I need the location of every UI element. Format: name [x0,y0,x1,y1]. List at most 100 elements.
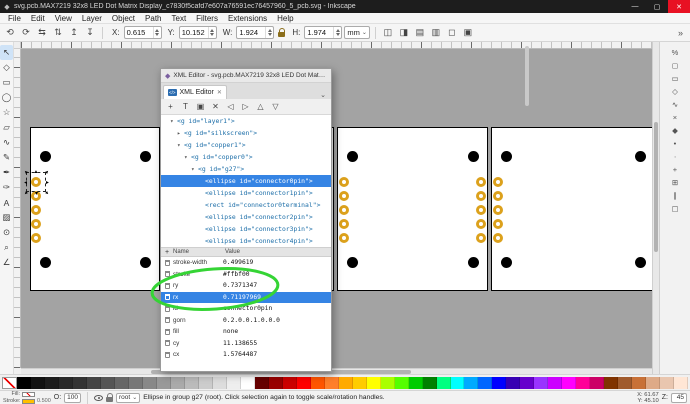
stroke-swatch[interactable] [22,399,35,404]
node-tool[interactable]: ◇ [0,60,13,75]
connector-pin[interactable] [493,177,503,187]
palette-swatch[interactable] [395,377,409,389]
vertical-scrollbar[interactable] [652,42,659,374]
h-input[interactable]: 1.974 [304,26,342,39]
menu-layer[interactable]: Layer [77,14,107,23]
menu-filters[interactable]: Filters [191,14,223,23]
palette-swatch[interactable] [492,377,506,389]
menu-edit[interactable]: Edit [26,14,50,23]
ellipse-tool[interactable]: ◯ [0,90,13,105]
layer-lock-icon[interactable] [106,397,113,402]
spin-up-icon[interactable] [210,29,214,32]
palette-swatch[interactable] [199,377,213,389]
x-input[interactable]: 0.615 [124,26,162,39]
expand-triangle-icon[interactable]: ▾ [184,154,191,161]
menu-file[interactable]: File [3,14,26,23]
mounting-hole[interactable] [140,151,151,162]
spin-down-icon[interactable] [210,33,214,36]
scale-gradient-toggle[interactable]: ▤ [413,26,427,40]
attribute-row[interactable]: cy11.138655 [161,338,331,350]
layer-dropdown[interactable]: root ⌄ [116,393,140,403]
xml-node[interactable]: ▸<g id="silkscreen"> [161,127,331,139]
tree-scrollbar[interactable] [525,46,529,106]
tab-close-icon[interactable]: ✕ [217,89,222,96]
dropper-tool[interactable]: ⊙ [0,225,13,240]
xml-node[interactable]: ▾<g id="g27"> [161,163,331,175]
palette-swatch[interactable] [325,377,339,389]
horizontal-ruler[interactable] [21,42,652,49]
scale-corners-toggle[interactable]: ◨ [397,26,411,40]
delete-attribute-icon[interactable] [165,352,170,358]
mounting-hole[interactable] [501,257,512,268]
affect-move-toggle[interactable]: ◻ [445,26,459,40]
xml-node[interactable]: <ellipse id="connector2pin"> [161,211,331,223]
delete-attribute-icon[interactable] [165,283,170,289]
menu-text[interactable]: Text [167,14,192,23]
palette-swatch[interactable] [297,377,311,389]
pcb-board[interactable] [491,127,655,291]
palette-swatch[interactable] [590,377,604,389]
zoom-tool[interactable]: ⌕ [0,240,13,255]
connector-pin[interactable] [339,233,349,243]
mounting-hole[interactable] [40,151,51,162]
menu-extensions[interactable]: Extensions [223,14,272,23]
xml-node[interactable]: <rect id="connector0terminal"> [161,199,331,211]
attribute-row[interactable]: idconnector0pin [161,303,331,315]
connector-pin[interactable] [476,177,486,187]
palette-swatch[interactable] [241,377,255,389]
spinner-arrows[interactable] [153,27,161,38]
y-input[interactable]: 10.152 [179,26,217,39]
fill-swatch[interactable] [22,392,35,397]
palette-swatch[interactable] [646,377,660,389]
expand-triangle-icon[interactable]: ▾ [170,118,177,125]
new-text-node-button[interactable]: T [179,101,192,113]
connector-pin[interactable] [31,219,41,229]
palette-swatch[interactable] [604,377,618,389]
palette-swatch[interactable] [213,377,227,389]
gradient-tool[interactable]: ▨ [0,210,13,225]
snap-bbox-button[interactable]: ◻ [668,59,682,71]
opacity-input[interactable]: 100 [64,393,81,403]
raise-to-top-button[interactable]: ↥ [67,26,81,40]
toolbar-overflow-button[interactable]: » [674,28,687,38]
spin-down-icon[interactable] [155,33,159,36]
snap-smooth-nodes-button[interactable]: • [668,137,682,149]
mounting-hole[interactable] [347,151,358,162]
close-button[interactable]: ✕ [668,0,690,13]
menu-help[interactable]: Help [272,14,298,23]
delete-attribute-icon[interactable] [165,306,170,312]
pencil-tool[interactable]: ✎ [0,150,13,165]
connector-pin[interactable] [476,233,486,243]
menu-view[interactable]: View [50,14,77,23]
attribute-row[interactable]: gorn0.2.0.0.1.0.0.0 [161,315,331,327]
calligraphy-tool[interactable]: ✑ [0,180,13,195]
xml-node[interactable]: ▾<g id="layer1"> [161,115,331,127]
selection-handle[interactable]: ▲ [33,189,40,196]
palette-swatch[interactable] [115,377,129,389]
delete-attribute-icon[interactable] [165,294,170,300]
palette-swatch[interactable] [339,377,353,389]
palette-swatch[interactable] [311,377,325,389]
palette-swatch[interactable] [227,377,241,389]
snap-centers-button[interactable]: + [668,163,682,175]
lock-ratio-toggle[interactable] [276,29,286,37]
palette-swatch[interactable] [632,377,646,389]
delete-attribute-icon[interactable] [165,260,170,266]
rectangle-tool[interactable]: ▭ [0,75,13,90]
connector-pin[interactable] [339,177,349,187]
snap-toggle-button[interactable]: % [668,46,682,58]
expand-triangle-icon[interactable]: ▾ [177,142,184,149]
palette-swatch[interactable] [157,377,171,389]
attribute-row[interactable]: stroke#ffbf00 [161,269,331,281]
scrollbar-thumb[interactable] [654,122,658,252]
connector-pin[interactable] [476,191,486,201]
delete-attribute-icon[interactable] [165,340,170,346]
maximize-button[interactable]: ▢ [646,0,668,13]
delete-node-button[interactable]: ✕ [209,101,222,113]
vertical-ruler[interactable] [14,49,21,368]
menu-object[interactable]: Object [107,14,140,23]
palette-swatch[interactable] [674,377,688,389]
selector-tool[interactable]: ↖ [0,45,13,60]
new-element-node-button[interactable]: + [164,101,177,113]
lower-to-bottom-button[interactable]: ↧ [83,26,97,40]
